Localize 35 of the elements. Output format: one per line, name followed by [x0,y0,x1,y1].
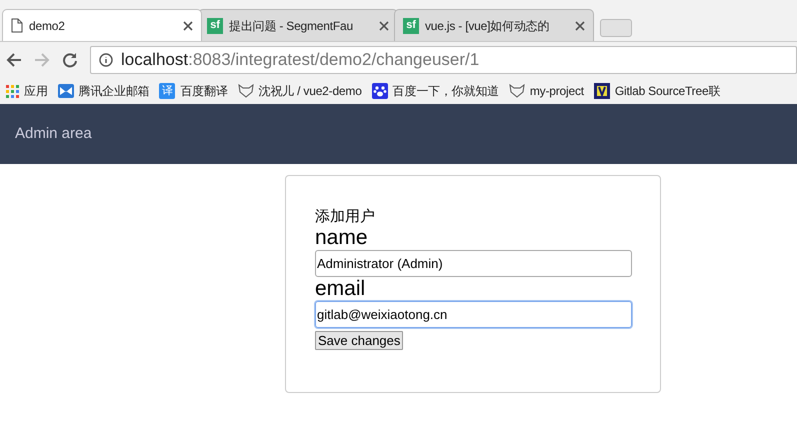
bookmark[interactable]: 译 百度翻译 [159,82,228,100]
paw-icon [372,83,388,99]
fox-icon [508,84,525,98]
text-field[interactable]: Administrator (Admin) [315,250,632,277]
reload-icon[interactable] [62,52,78,68]
fox-icon [238,84,254,98]
page-icon [11,18,23,33]
url-text: localhost:8083/integratest/demo2/changeuser/1 [121,49,480,72]
close-icon[interactable] [575,20,585,30]
apps-grid-icon [6,84,19,98]
translate-icon: 译 [159,83,176,99]
bookmark[interactable]: 沈祝儿 / vue2-demo [238,82,362,100]
bookmark[interactable]: Gitlab SourceTree联 [594,82,720,100]
form-heading: 添加用户 [315,208,375,226]
back-icon[interactable] [6,52,22,68]
save-button[interactable]: Save changes [315,331,404,350]
mail-icon [58,84,74,98]
field-label: name [315,226,368,250]
bookmark[interactable]: 腾讯企业邮箱 [58,82,150,100]
browser-tab[interactable]: demo2 [2,9,202,41]
browser-tab[interactable]: sf 提出问题 - SegmentFau [198,9,398,41]
address-bar[interactable]: localhost:8083/integratest/demo2/changeuser/1 [90,46,797,74]
bookmark[interactable]: my-project [508,82,584,100]
bookmark[interactable]: 应用 [6,82,48,100]
sf-logo-icon: sf [403,18,419,34]
field-label: email [315,277,366,301]
bookmark[interactable]: 百度一下，你就知道 [372,82,499,100]
sf-logo-icon: sf [207,18,223,34]
close-icon[interactable] [379,20,389,30]
browser-tab[interactable]: sf vue.js - [vue]如何动态的 [394,9,594,41]
text-field[interactable]: gitlab@weixiaotong.cn [315,301,632,328]
info-icon [99,53,113,67]
square-logo-icon [594,83,610,99]
close-icon[interactable] [183,20,193,30]
brand-link[interactable]: Admin area [15,122,92,146]
